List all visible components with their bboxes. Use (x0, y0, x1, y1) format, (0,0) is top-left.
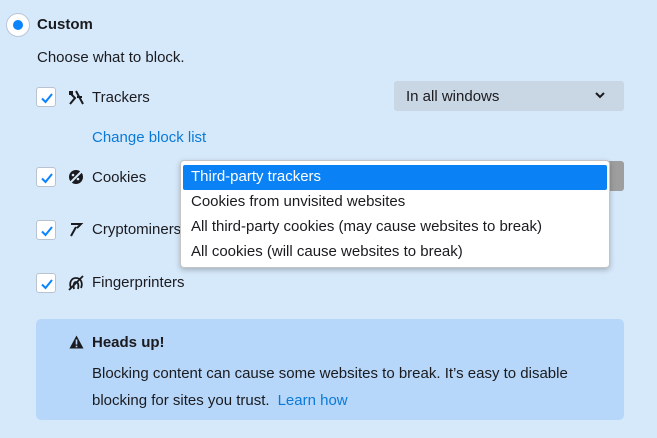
fingerprinters-label: Fingerprinters (92, 274, 185, 291)
cookies-checkbox[interactable] (36, 167, 56, 187)
change-block-list-link[interactable]: Change block list (92, 129, 206, 146)
chevron-down-icon (595, 92, 605, 99)
notice-title: Heads up! (92, 334, 165, 351)
dropdown-option-all-third-party[interactable]: All third-party cookies (may cause websi… (181, 215, 609, 240)
custom-title[interactable]: Custom (37, 16, 93, 33)
choose-label: Choose what to block. (37, 49, 185, 66)
cryptominers-icon (70, 223, 84, 237)
dropdown-option-all-cookies[interactable]: All cookies (will cause websites to brea… (181, 240, 609, 265)
check-icon (41, 173, 53, 184)
cryptominers-label: Cryptominers (92, 221, 182, 238)
trackers-checkbox[interactable] (36, 87, 56, 107)
learn-how-link[interactable]: Learn how (278, 392, 348, 409)
trackers-scope-select[interactable]: In all windows (394, 81, 624, 111)
check-icon (41, 93, 53, 104)
custom-radio[interactable] (7, 14, 29, 36)
cookies-dropdown-menu: Third-party trackers Cookies from unvisi… (180, 160, 610, 268)
dropdown-option-third-party-trackers[interactable]: Third-party trackers (183, 165, 607, 190)
cookies-label: Cookies (92, 169, 147, 186)
cryptominers-checkbox[interactable] (36, 220, 56, 240)
check-icon (41, 279, 53, 290)
notice-body-wrap: Blocking content can cause some websites… (92, 360, 612, 414)
heads-up-notice: Heads up! Blocking content can cause som… (36, 319, 624, 420)
trackers-scope-value: In all windows (406, 88, 500, 105)
trackers-label: Trackers (92, 89, 150, 106)
fingerprinters-icon (68, 275, 84, 291)
warning-icon (69, 335, 84, 349)
dropdown-option-unvisited-websites[interactable]: Cookies from unvisited websites (181, 190, 609, 215)
check-icon (41, 226, 53, 237)
fingerprinters-checkbox[interactable] (36, 273, 56, 293)
trackers-icon (69, 90, 84, 105)
cookies-icon (68, 169, 84, 185)
